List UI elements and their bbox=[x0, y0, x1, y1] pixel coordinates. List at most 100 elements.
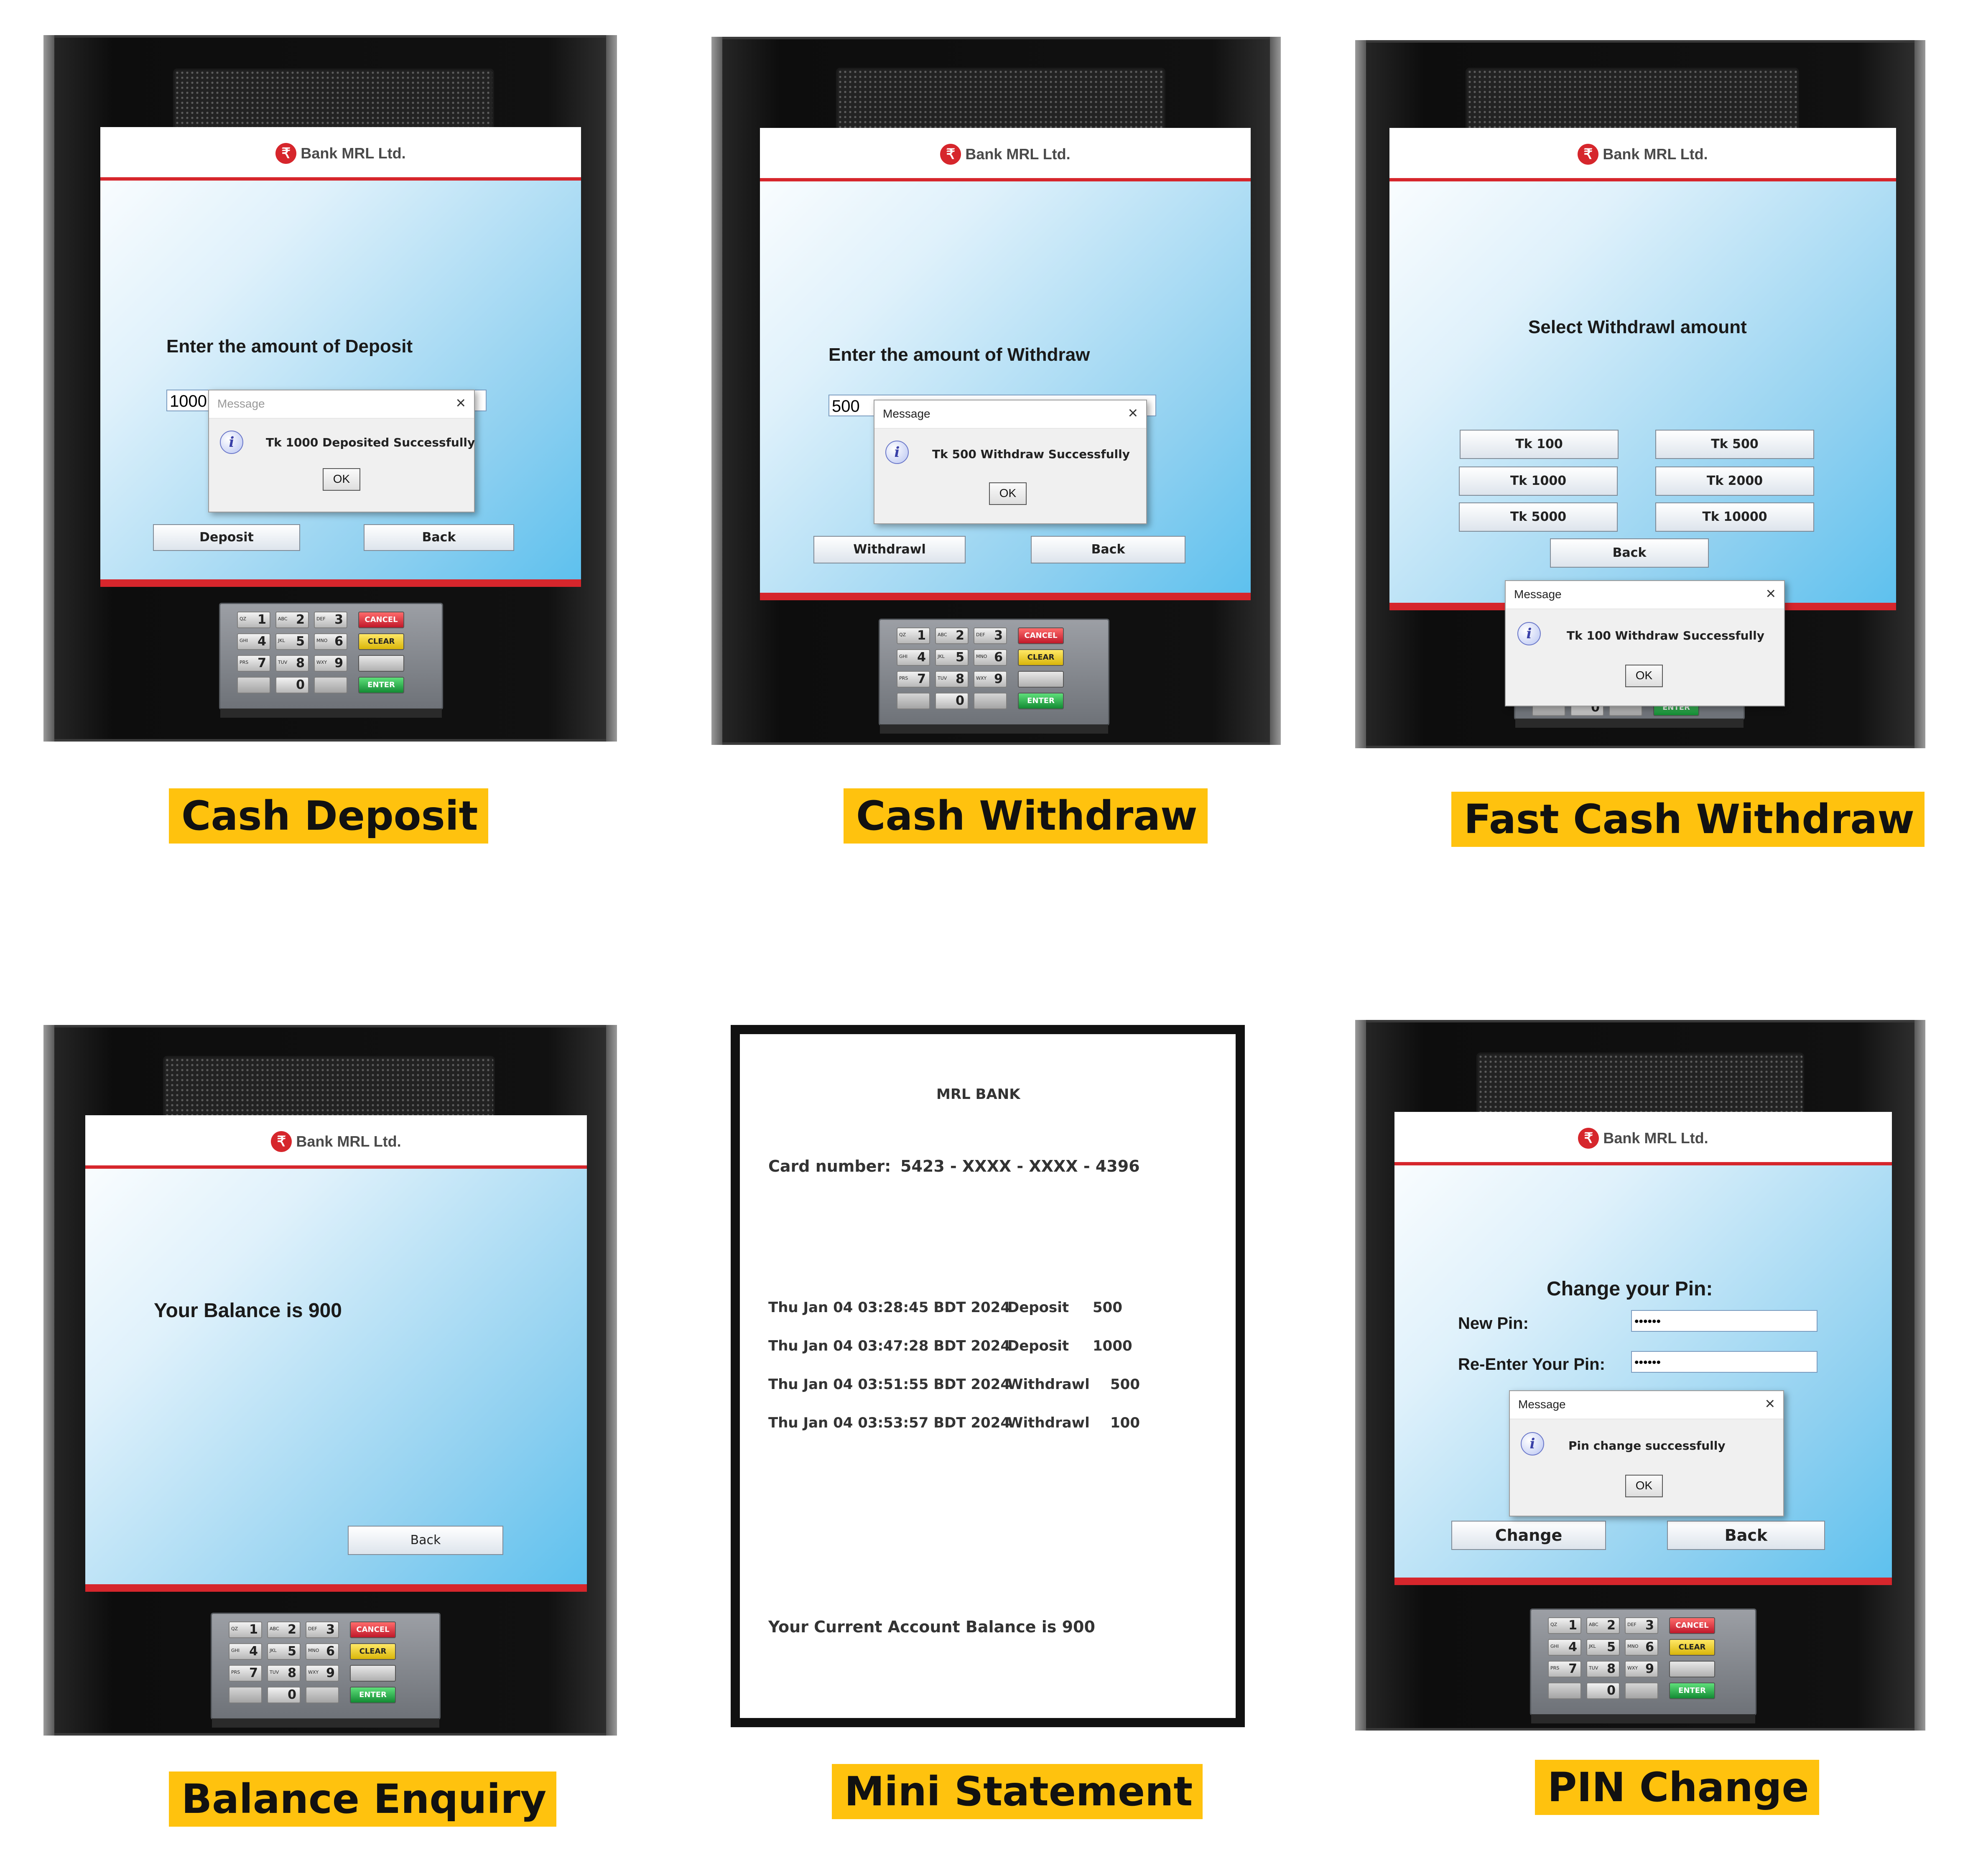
keypad-key-3[interactable]: DEF 3 bbox=[1625, 1617, 1658, 1634]
keypad-cancel-key[interactable]: CANCEL bbox=[1669, 1617, 1715, 1634]
keypad-blank-function-key[interactable] bbox=[1669, 1661, 1715, 1677]
keypad-cancel-key[interactable]: CANCEL bbox=[1018, 627, 1064, 644]
keypad-key-1[interactable]: QZ 1 bbox=[1548, 1617, 1581, 1634]
keypad-key-6[interactable]: MNO 6 bbox=[974, 649, 1007, 666]
ok-button[interactable]: OK bbox=[989, 482, 1027, 505]
keypad-key-0[interactable]: 0 bbox=[275, 677, 309, 693]
fastcash-option-500[interactable]: Tk 500 bbox=[1655, 430, 1814, 459]
keypad-clear-key[interactable]: CLEAR bbox=[358, 633, 404, 650]
back-button[interactable]: Back bbox=[364, 524, 514, 551]
keypad-key-7[interactable]: PRS 7 bbox=[1548, 1661, 1581, 1677]
keypad-key-6[interactable]: MNO 6 bbox=[314, 633, 347, 650]
keypad-cancel-key[interactable]: CANCEL bbox=[358, 612, 404, 628]
keypad-key-9[interactable]: WXY 9 bbox=[1625, 1661, 1658, 1677]
atm-keypad: QZ 1 ABC 2 DEF 3 GHI 4 JKL 5 MNO 6 PRS 7 TUV 8 WXY 9 0 CANC… bbox=[219, 603, 443, 718]
keypad-key-letters: MNO bbox=[1627, 1644, 1639, 1649]
keypad-enter-key[interactable]: ENTER bbox=[350, 1687, 396, 1703]
caption-fast-cash-withdraw: Fast Cash Withdraw bbox=[1451, 792, 1925, 847]
keypad-key-8[interactable]: TUV 8 bbox=[1586, 1661, 1620, 1677]
deposit-button[interactable]: Deposit bbox=[153, 524, 300, 551]
keypad-blank-function-key[interactable] bbox=[1018, 671, 1064, 688]
keypad-key-0[interactable]: 0 bbox=[1586, 1682, 1620, 1699]
keypad-blank-function-key[interactable] bbox=[358, 655, 404, 672]
fastcash-option-10000[interactable]: Tk 10000 bbox=[1655, 502, 1814, 532]
keypad-key-blank[interactable] bbox=[229, 1687, 262, 1703]
keypad-key-8[interactable]: TUV 8 bbox=[275, 655, 309, 672]
keypad-key-1[interactable]: QZ 1 bbox=[897, 627, 930, 644]
keypad-key-9[interactable]: WXY 9 bbox=[306, 1665, 339, 1682]
keypad-key-1[interactable]: QZ 1 bbox=[229, 1621, 262, 1638]
keypad-key-4[interactable]: GHI 4 bbox=[1548, 1639, 1581, 1656]
keypad-enter-key[interactable]: ENTER bbox=[358, 677, 404, 693]
atm-bezel-right bbox=[1914, 1020, 1925, 1731]
bank-logo-icon: ₹ bbox=[271, 1131, 292, 1152]
keypad-key-9[interactable]: WXY 9 bbox=[974, 671, 1007, 688]
keypad-key-letters: GHI bbox=[231, 1648, 240, 1653]
fastcash-option-1000[interactable]: Tk 1000 bbox=[1459, 466, 1618, 496]
keypad-key-4[interactable]: GHI 4 bbox=[897, 649, 930, 666]
keypad-key-4[interactable]: GHI 4 bbox=[237, 633, 270, 650]
back-button[interactable]: Back bbox=[1550, 538, 1709, 568]
keypad-clear-key[interactable]: CLEAR bbox=[1669, 1639, 1715, 1656]
keypad-key-blank[interactable] bbox=[306, 1687, 339, 1703]
keypad-key-label: 3 bbox=[1645, 1618, 1654, 1633]
ok-button[interactable]: OK bbox=[323, 468, 360, 491]
fastcash-option-5000[interactable]: Tk 5000 bbox=[1459, 502, 1618, 532]
atm-deposit-frame: ₹ Bank MRL Ltd. Enter the amount of Depos… bbox=[43, 35, 617, 742]
keypad-key-6[interactable]: MNO 6 bbox=[1625, 1639, 1658, 1656]
keypad-key-0[interactable]: 0 bbox=[935, 693, 969, 709]
back-button[interactable]: Back bbox=[1667, 1521, 1825, 1550]
change-button[interactable]: Change bbox=[1451, 1521, 1606, 1550]
keypad-key-7[interactable]: PRS 7 bbox=[237, 655, 270, 672]
keypad-key-0[interactable]: 0 bbox=[267, 1687, 301, 1703]
keypad-key-letters: TUV bbox=[938, 675, 947, 681]
keypad-key-6[interactable]: MNO 6 bbox=[306, 1643, 339, 1660]
keypad-key-5[interactable]: JKL 5 bbox=[267, 1643, 301, 1660]
statement-amount: 500 bbox=[1093, 1299, 1122, 1316]
withdrawl-button[interactable]: Withdrawl bbox=[813, 536, 966, 563]
keypad-key-5[interactable]: JKL 5 bbox=[935, 649, 969, 666]
back-button[interactable]: Back bbox=[348, 1526, 503, 1555]
keypad-enter-key[interactable]: ENTER bbox=[1669, 1682, 1715, 1699]
close-icon[interactable]: × bbox=[1765, 1394, 1775, 1413]
keypad-key-blank[interactable] bbox=[237, 677, 270, 693]
keypad-key-blank[interactable] bbox=[314, 677, 347, 693]
bank-logo-icon: ₹ bbox=[1578, 144, 1599, 165]
reenter-pin-input[interactable]: •••••• bbox=[1631, 1351, 1818, 1373]
keypad-key-3[interactable]: DEF 3 bbox=[314, 612, 347, 628]
keypad-key-4[interactable]: GHI 4 bbox=[229, 1643, 262, 1660]
close-icon[interactable]: × bbox=[1766, 584, 1776, 603]
keypad-key-blank[interactable] bbox=[897, 693, 930, 709]
close-icon[interactable]: × bbox=[1128, 404, 1138, 423]
ok-button[interactable]: OK bbox=[1625, 1475, 1663, 1497]
keypad-key-2[interactable]: ABC 2 bbox=[935, 627, 969, 644]
keypad-key-7[interactable]: PRS 7 bbox=[229, 1665, 262, 1682]
keypad-key-3[interactable]: DEF 3 bbox=[306, 1621, 339, 1638]
keypad-key-letters: PRS bbox=[231, 1670, 240, 1675]
ok-button[interactable]: OK bbox=[1625, 665, 1663, 687]
keypad-key-2[interactable]: ABC 2 bbox=[1586, 1617, 1620, 1634]
fastcash-option-100[interactable]: Tk 100 bbox=[1460, 430, 1619, 459]
keypad-enter-key[interactable]: ENTER bbox=[1018, 693, 1064, 709]
keypad-clear-key[interactable]: CLEAR bbox=[350, 1643, 396, 1660]
new-pin-input[interactable]: •••••• bbox=[1631, 1310, 1818, 1332]
keypad-key-9[interactable]: WXY 9 bbox=[314, 655, 347, 672]
keypad-key-8[interactable]: TUV 8 bbox=[935, 671, 969, 688]
keypad-key-blank[interactable] bbox=[974, 693, 1007, 709]
keypad-clear-key[interactable]: CLEAR bbox=[1018, 649, 1064, 666]
keypad-key-5[interactable]: JKL 5 bbox=[275, 633, 309, 650]
keypad-key-2[interactable]: ABC 2 bbox=[275, 612, 309, 628]
fastcash-option-2000[interactable]: Tk 2000 bbox=[1655, 466, 1814, 496]
keypad-key-8[interactable]: TUV 8 bbox=[267, 1665, 301, 1682]
back-button[interactable]: Back bbox=[1031, 536, 1185, 563]
keypad-key-5[interactable]: JKL 5 bbox=[1586, 1639, 1620, 1656]
keypad-key-2[interactable]: ABC 2 bbox=[267, 1621, 301, 1638]
keypad-key-blank[interactable] bbox=[1625, 1682, 1658, 1699]
keypad-key-7[interactable]: PRS 7 bbox=[897, 671, 930, 688]
keypad-cancel-key[interactable]: CANCEL bbox=[350, 1621, 396, 1638]
close-icon[interactable]: × bbox=[456, 394, 466, 413]
keypad-key-3[interactable]: DEF 3 bbox=[974, 627, 1007, 644]
keypad-key-1[interactable]: QZ 1 bbox=[237, 612, 270, 628]
keypad-blank-function-key[interactable] bbox=[350, 1665, 396, 1682]
keypad-key-blank[interactable] bbox=[1548, 1682, 1581, 1699]
